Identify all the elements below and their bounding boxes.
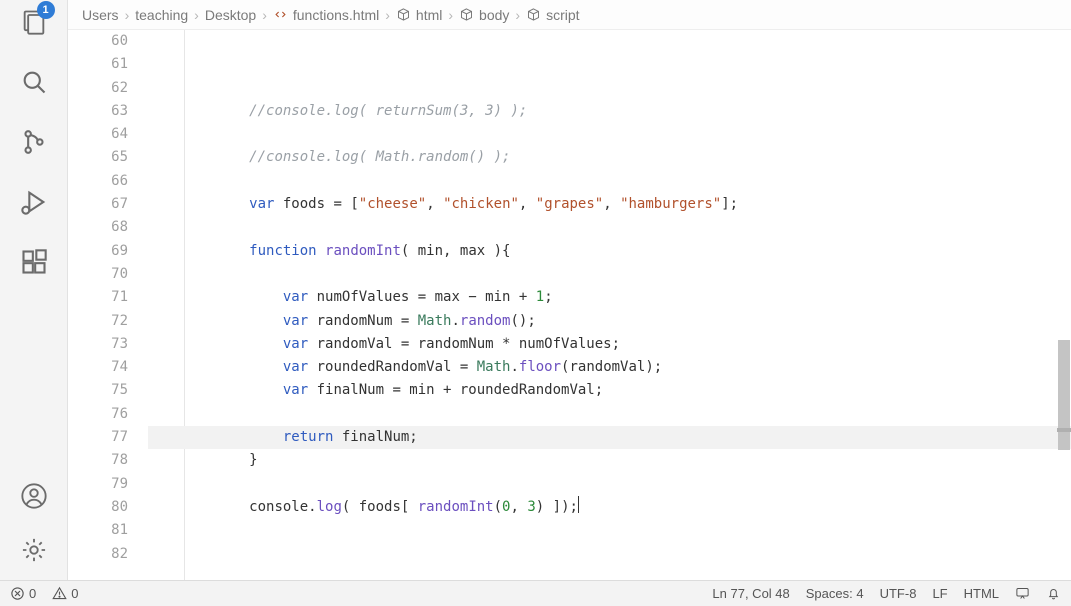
- breadcrumb-segment[interactable]: html: [396, 7, 442, 23]
- status-eol[interactable]: LF: [932, 586, 947, 601]
- breadcrumb-segment[interactable]: body: [459, 7, 509, 23]
- line-number: 68: [68, 216, 128, 239]
- line-number: 82: [68, 543, 128, 566]
- line-number: 76: [68, 403, 128, 426]
- line-number: 73: [68, 333, 128, 356]
- symbol-icon: [396, 7, 411, 22]
- status-bar: 0 0 Ln 77, Col 48 Spaces: 4 UTF-8 LF HTM…: [0, 580, 1071, 606]
- breadcrumb-label: functions.html: [293, 7, 379, 23]
- explorer-icon[interactable]: 1: [18, 6, 50, 38]
- breadcrumb-separator-icon: ›: [385, 7, 390, 23]
- line-number: 80: [68, 496, 128, 519]
- line-number: 60: [68, 30, 128, 53]
- line-number: 72: [68, 310, 128, 333]
- code-line[interactable]: [148, 263, 1071, 286]
- line-number: 67: [68, 193, 128, 216]
- code-line[interactable]: [148, 403, 1071, 426]
- code-line[interactable]: var randomNum = Math.random();: [148, 310, 1071, 333]
- code-area[interactable]: //console.log( returnSum(3, 3) ); //cons…: [148, 30, 1071, 580]
- editor-panel: Users › teaching › Desktop › functions.html › ht…: [68, 0, 1071, 580]
- line-number: 71: [68, 286, 128, 309]
- breadcrumb-label: html: [416, 7, 442, 23]
- search-icon[interactable]: [18, 66, 50, 98]
- code-line[interactable]: var numOfValues = max − min + 1;: [148, 286, 1071, 309]
- activity-bar: 1: [0, 0, 68, 580]
- breadcrumb-segment[interactable]: Desktop: [205, 7, 256, 23]
- symbol-icon: [459, 7, 474, 22]
- explorer-badge: 1: [37, 1, 55, 19]
- line-number: 79: [68, 473, 128, 496]
- account-icon[interactable]: [18, 480, 50, 512]
- status-errors-count: 0: [29, 586, 36, 601]
- line-number: 63: [68, 100, 128, 123]
- file-code-icon: [273, 7, 288, 22]
- code-line[interactable]: }: [148, 449, 1071, 472]
- symbol-icon: [526, 7, 541, 22]
- status-language[interactable]: HTML: [964, 586, 999, 601]
- line-number: 78: [68, 449, 128, 472]
- code-line[interactable]: var foods = ["cheese", "chicken", "grape…: [148, 193, 1071, 216]
- breadcrumb-separator-icon: ›: [448, 7, 453, 23]
- line-number: 70: [68, 263, 128, 286]
- code-line[interactable]: var roundedRandomVal = Math.floor(random…: [148, 356, 1071, 379]
- code-line[interactable]: [148, 566, 1071, 580]
- breadcrumb-label: teaching: [135, 7, 188, 23]
- status-warnings[interactable]: 0: [52, 586, 78, 601]
- breadcrumb-separator-icon: ›: [125, 7, 130, 23]
- code-line[interactable]: function randomInt( min, max ){: [148, 240, 1071, 263]
- code-line[interactable]: [148, 543, 1071, 566]
- code-line[interactable]: //console.log( Math.random() );: [148, 146, 1071, 169]
- breadcrumb-separator-icon: ›: [194, 7, 199, 23]
- line-number: 62: [68, 77, 128, 100]
- status-cursor-position[interactable]: Ln 77, Col 48: [712, 586, 789, 601]
- breadcrumb-segment[interactable]: Users: [82, 7, 119, 23]
- feedback-icon[interactable]: [1015, 586, 1030, 601]
- breadcrumb-segment[interactable]: teaching: [135, 7, 188, 23]
- editor-body[interactable]: 6061626364656667686970717273747576777879…: [68, 30, 1071, 580]
- line-number: 61: [68, 53, 128, 76]
- code-line[interactable]: var randomVal = randomNum * numOfValues;: [148, 333, 1071, 356]
- debug-icon[interactable]: [18, 186, 50, 218]
- breadcrumb-label: body: [479, 7, 509, 23]
- code-line[interactable]: var finalNum = min + roundedRandomVal;: [148, 379, 1071, 402]
- line-number-gutter: 6061626364656667686970717273747576777879…: [68, 30, 148, 580]
- status-warnings-count: 0: [71, 586, 78, 601]
- text-cursor: [578, 496, 580, 513]
- line-number: 66: [68, 170, 128, 193]
- breadcrumb-label: Desktop: [205, 7, 256, 23]
- line-number: 64: [68, 123, 128, 146]
- breadcrumb-label: Users: [82, 7, 119, 23]
- source-control-icon[interactable]: [18, 126, 50, 158]
- line-number: 77: [68, 426, 128, 449]
- breadcrumb-segment[interactable]: functions.html: [273, 7, 379, 23]
- settings-gear-icon[interactable]: [18, 534, 50, 566]
- code-line[interactable]: console.log( foods[ randomInt(0, 3) ]);: [148, 496, 1071, 519]
- line-number: 69: [68, 240, 128, 263]
- breadcrumb-separator-icon: ›: [515, 7, 520, 23]
- line-number: 65: [68, 146, 128, 169]
- breadcrumb-label: script: [546, 7, 579, 23]
- breadcrumb[interactable]: Users › teaching › Desktop › functions.html › ht…: [68, 0, 1071, 30]
- code-line[interactable]: [148, 170, 1071, 193]
- breadcrumb-separator-icon: ›: [262, 7, 267, 23]
- line-number: 75: [68, 379, 128, 402]
- line-number: 81: [68, 519, 128, 542]
- status-encoding[interactable]: UTF-8: [880, 586, 917, 601]
- code-line[interactable]: [148, 519, 1071, 542]
- code-line[interactable]: [148, 123, 1071, 146]
- breadcrumb-segment[interactable]: script: [526, 7, 579, 23]
- code-line[interactable]: [148, 473, 1071, 496]
- status-errors[interactable]: 0: [10, 586, 36, 601]
- code-line[interactable]: //console.log( returnSum(3, 3) );: [148, 100, 1071, 123]
- line-number: 74: [68, 356, 128, 379]
- code-line[interactable]: return finalNum;: [148, 426, 1071, 449]
- extensions-icon[interactable]: [18, 246, 50, 278]
- code-line[interactable]: [148, 216, 1071, 239]
- notifications-bell-icon[interactable]: [1046, 586, 1061, 601]
- status-indentation[interactable]: Spaces: 4: [806, 586, 864, 601]
